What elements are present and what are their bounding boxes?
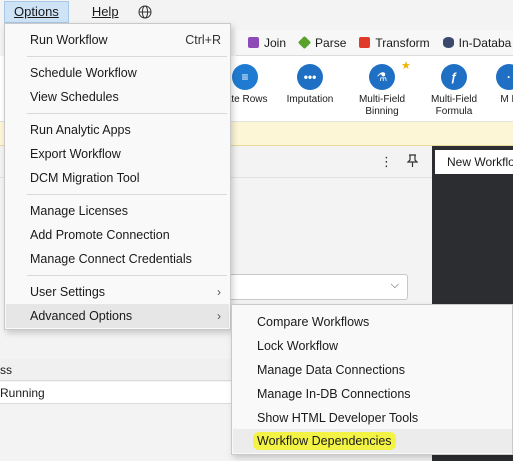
chevron-right-icon: ›: [217, 285, 221, 299]
category-transform[interactable]: Transform: [359, 35, 430, 50]
tool-more-label: M F: [500, 94, 513, 105]
menu-item-manage-licenses[interactable]: Manage Licenses: [6, 199, 229, 223]
menu-item-label: Schedule Workflow: [30, 66, 137, 80]
menu-item-label: Manage Licenses: [30, 204, 128, 218]
category-in-database[interactable]: In-Databa: [442, 35, 512, 50]
shortcut-label: Ctrl+R: [185, 33, 221, 47]
submenu-item-label: Show HTML Developer Tools: [257, 411, 419, 425]
menu-item-view-schedules[interactable]: View Schedules: [6, 85, 229, 109]
config-dropdown[interactable]: ⌵: [220, 274, 408, 300]
menu-item-export-workflow[interactable]: Export Workflow: [6, 142, 229, 166]
imputation-icon: •••: [297, 64, 323, 90]
menu-item-label: Export Workflow: [30, 147, 121, 161]
advanced-options-submenu: Compare Workflows Lock Workflow Manage D…: [231, 304, 513, 455]
menu-separator: [27, 113, 227, 114]
submenu-item-workflow-dependencies[interactable]: Workflow Dependencies: [233, 429, 512, 453]
menu-help-label: Help: [91, 4, 119, 19]
more-tool-icon: ·: [496, 64, 513, 90]
menu-item-label: Manage Connect Credentials: [30, 252, 192, 266]
tab-new-workflow[interactable]: New Workflo: [435, 150, 513, 174]
menu-separator: [27, 275, 227, 276]
menu-item-run-analytic-apps[interactable]: Run Analytic Apps: [6, 118, 229, 142]
tool-imputation[interactable]: ••• Imputation: [273, 64, 347, 106]
parse-icon: [297, 35, 312, 50]
menu-options-label: Options: [14, 4, 59, 19]
category-join-label: Join: [264, 35, 287, 50]
favorite-star-icon: ★: [401, 60, 411, 72]
chevron-right-icon: ›: [217, 309, 221, 323]
more-options-icon[interactable]: ⋮: [380, 154, 393, 170]
submenu-item-lock-workflow[interactable]: Lock Workflow: [233, 334, 512, 358]
chevron-down-icon: ⌵: [390, 279, 399, 291]
menu-item-label: DCM Migration Tool: [30, 171, 140, 185]
menu-item-run-workflow[interactable]: Run Workflow Ctrl+R: [6, 28, 229, 52]
category-parse[interactable]: Parse: [297, 35, 347, 50]
menu-separator: [27, 56, 227, 57]
menu-item-schedule-workflow[interactable]: Schedule Workflow: [6, 61, 229, 85]
submenu-item-show-html-developer-tools[interactable]: Show HTML Developer Tools: [233, 406, 512, 430]
table-cell-status: Running: [0, 386, 45, 400]
submenu-item-label: Lock Workflow: [257, 339, 339, 353]
menu-item-dcm-migration-tool[interactable]: DCM Migration Tool: [6, 166, 229, 190]
generate-rows-icon: ≡: [232, 64, 258, 90]
menu-item-user-settings[interactable]: User Settings ›: [6, 280, 229, 304]
tool-multi-field-binning-label: Multi-Field Binning: [358, 94, 406, 117]
menu-options[interactable]: Options: [4, 1, 69, 23]
options-menu: Run Workflow Ctrl+R Schedule Workflow Vie…: [4, 23, 231, 330]
transform-icon: [359, 37, 371, 48]
menu-item-label: User Settings: [30, 285, 106, 299]
category-parse-label: Parse: [315, 35, 347, 50]
submenu-item-manage-in-db-connections[interactable]: Manage In-DB Connections: [233, 382, 512, 406]
submenu-item-label: Manage Data Connections: [257, 363, 406, 377]
menu-item-label: Run Workflow: [30, 33, 108, 47]
tool-imputation-label: Imputation: [286, 94, 334, 105]
globe-icon[interactable]: [134, 1, 156, 23]
menu-item-manage-connect-credentials[interactable]: Manage Connect Credentials: [6, 247, 229, 271]
menu-item-label: Run Analytic Apps: [30, 123, 131, 137]
menu-item-label: Advanced Options: [30, 309, 133, 323]
tool-multi-field-binning[interactable]: ⚗ Multi-Field Binning ★: [345, 60, 419, 118]
formula-icon: ƒ: [441, 64, 467, 90]
tool-more[interactable]: · M F: [472, 64, 513, 106]
menu-item-label: View Schedules: [30, 90, 119, 104]
submenu-item-label-highlighted: Workflow Dependencies: [253, 432, 396, 450]
join-icon: [248, 37, 259, 48]
submenu-item-label: Compare Workflows: [257, 315, 370, 329]
category-in-database-label: In-Databa: [458, 35, 512, 50]
menu-bar: Options Help: [0, 0, 513, 24]
pin-icon[interactable]: [406, 154, 419, 170]
table-header-cell: ss: [0, 363, 12, 377]
category-transform-label: Transform: [375, 35, 430, 50]
menu-separator: [27, 194, 227, 195]
menu-item-label: Add Promote Connection: [30, 228, 170, 242]
binning-icon: ⚗: [369, 64, 395, 90]
database-icon: [442, 37, 454, 48]
submenu-item-label: Manage In-DB Connections: [257, 387, 411, 401]
tool-category-strip: Join Parse Transform In-Databa: [236, 30, 513, 56]
submenu-item-manage-data-connections[interactable]: Manage Data Connections: [233, 358, 512, 382]
menu-item-add-promote-connection[interactable]: Add Promote Connection: [6, 223, 229, 247]
menu-help[interactable]: Help: [83, 1, 128, 23]
menu-item-advanced-options[interactable]: Advanced Options ›: [6, 304, 229, 328]
submenu-item-compare-workflows[interactable]: Compare Workflows: [233, 310, 512, 334]
category-join[interactable]: Join: [248, 36, 286, 50]
